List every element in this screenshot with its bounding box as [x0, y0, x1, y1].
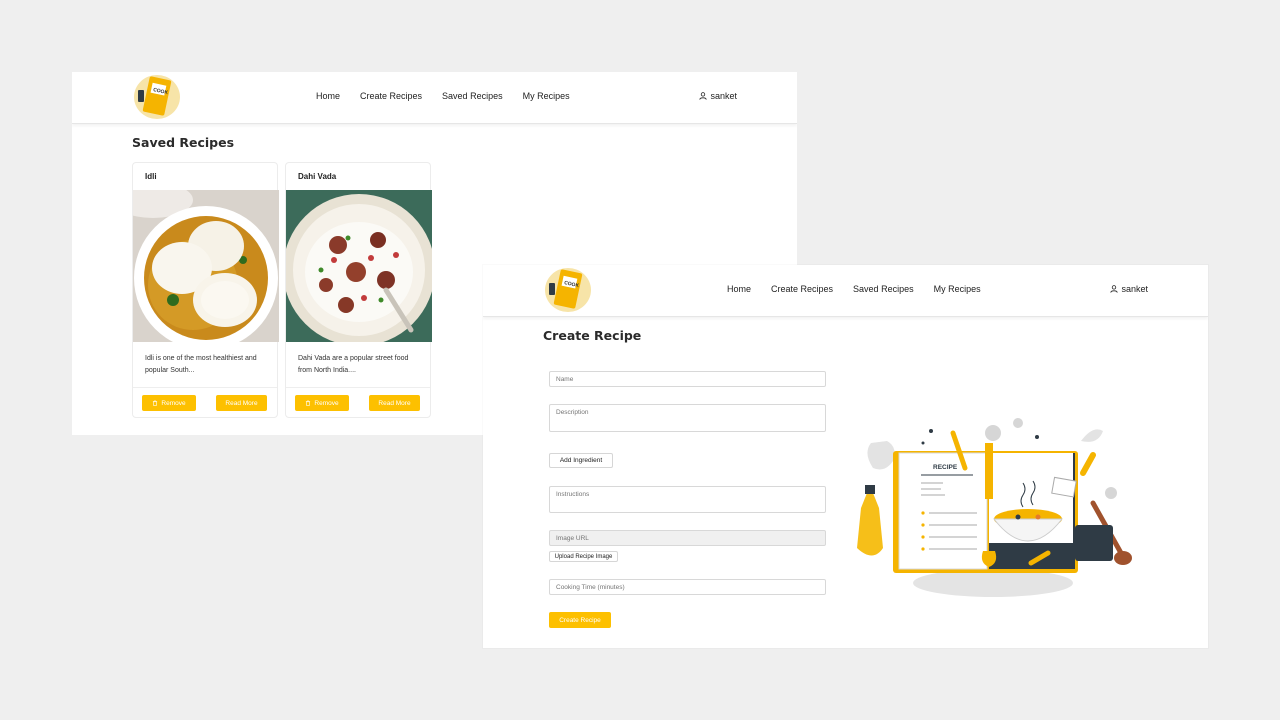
navbar: COOK Home Create Recipes Saved Recipes M…	[72, 72, 797, 124]
user-menu[interactable]: sanket	[1110, 284, 1148, 294]
upload-image-button[interactable]: Upload Recipe Image	[549, 551, 618, 562]
recipe-description: Dahi Vada are a popular street food from…	[298, 355, 409, 374]
add-ingredient-button[interactable]: Add Ingredient	[549, 453, 613, 468]
logo-icon[interactable]: COOK	[132, 72, 182, 122]
recipe-book-illustration: RECIPE	[843, 413, 1133, 603]
recipe-image	[133, 190, 279, 342]
username: sanket	[710, 91, 737, 101]
nav-links: Home Create Recipes Saved Recipes My Rec…	[316, 91, 570, 101]
nav-links: Home Create Recipes Saved Recipes My Rec…	[727, 284, 981, 294]
create-recipe-window: COOK Home Create Recipes Saved Recipes M…	[483, 265, 1208, 648]
user-menu[interactable]: sanket	[699, 91, 737, 101]
logo-icon[interactable]: COOK	[543, 265, 593, 315]
username: sanket	[1121, 284, 1148, 294]
svg-text:RECIPE: RECIPE	[933, 464, 958, 471]
nav-saved-recipes[interactable]: Saved Recipes	[442, 91, 503, 101]
trash-icon	[153, 400, 158, 406]
recipe-title: Dahi Vada	[298, 172, 337, 181]
page-title: Saved Recipes	[132, 135, 235, 150]
remove-label: Remove	[314, 399, 339, 407]
recipe-description: Idli is one of the most healthiest and p…	[145, 355, 257, 374]
recipe-title: Idli	[145, 172, 157, 181]
nav-create-recipes[interactable]: Create Recipes	[771, 284, 833, 294]
nav-home[interactable]: Home	[316, 91, 340, 101]
cooking-time-input[interactable]	[549, 579, 826, 595]
create-recipe-button[interactable]: Create Recipe	[549, 612, 611, 628]
card-divider	[286, 387, 430, 388]
nav-home[interactable]: Home	[727, 284, 751, 294]
remove-button[interactable]: Remove	[142, 395, 196, 411]
trash-icon	[306, 400, 311, 406]
recipe-image	[286, 190, 432, 342]
recipe-card: Dahi Vada Dahi Vada are a popular street…	[285, 162, 432, 418]
remove-label: Remove	[161, 399, 186, 407]
description-textarea[interactable]	[549, 404, 826, 432]
recipe-card: Idli Idli is one of the most healthiest …	[132, 162, 279, 418]
nav-create-recipes[interactable]: Create Recipes	[360, 91, 422, 101]
instructions-textarea[interactable]	[549, 486, 826, 513]
user-icon	[1110, 285, 1119, 293]
remove-button[interactable]: Remove	[295, 395, 349, 411]
read-more-button[interactable]: Read More	[216, 395, 267, 411]
image-url-input[interactable]	[549, 530, 826, 546]
nav-my-recipes[interactable]: My Recipes	[523, 91, 570, 101]
nav-my-recipes[interactable]: My Recipes	[934, 284, 981, 294]
navbar: COOK Home Create Recipes Saved Recipes M…	[483, 265, 1208, 317]
user-icon	[699, 92, 708, 100]
nav-saved-recipes[interactable]: Saved Recipes	[853, 284, 914, 294]
name-input[interactable]	[549, 371, 826, 387]
read-more-button[interactable]: Read More	[369, 395, 420, 411]
card-divider	[133, 387, 277, 388]
page-title: Create Recipe	[543, 328, 642, 343]
